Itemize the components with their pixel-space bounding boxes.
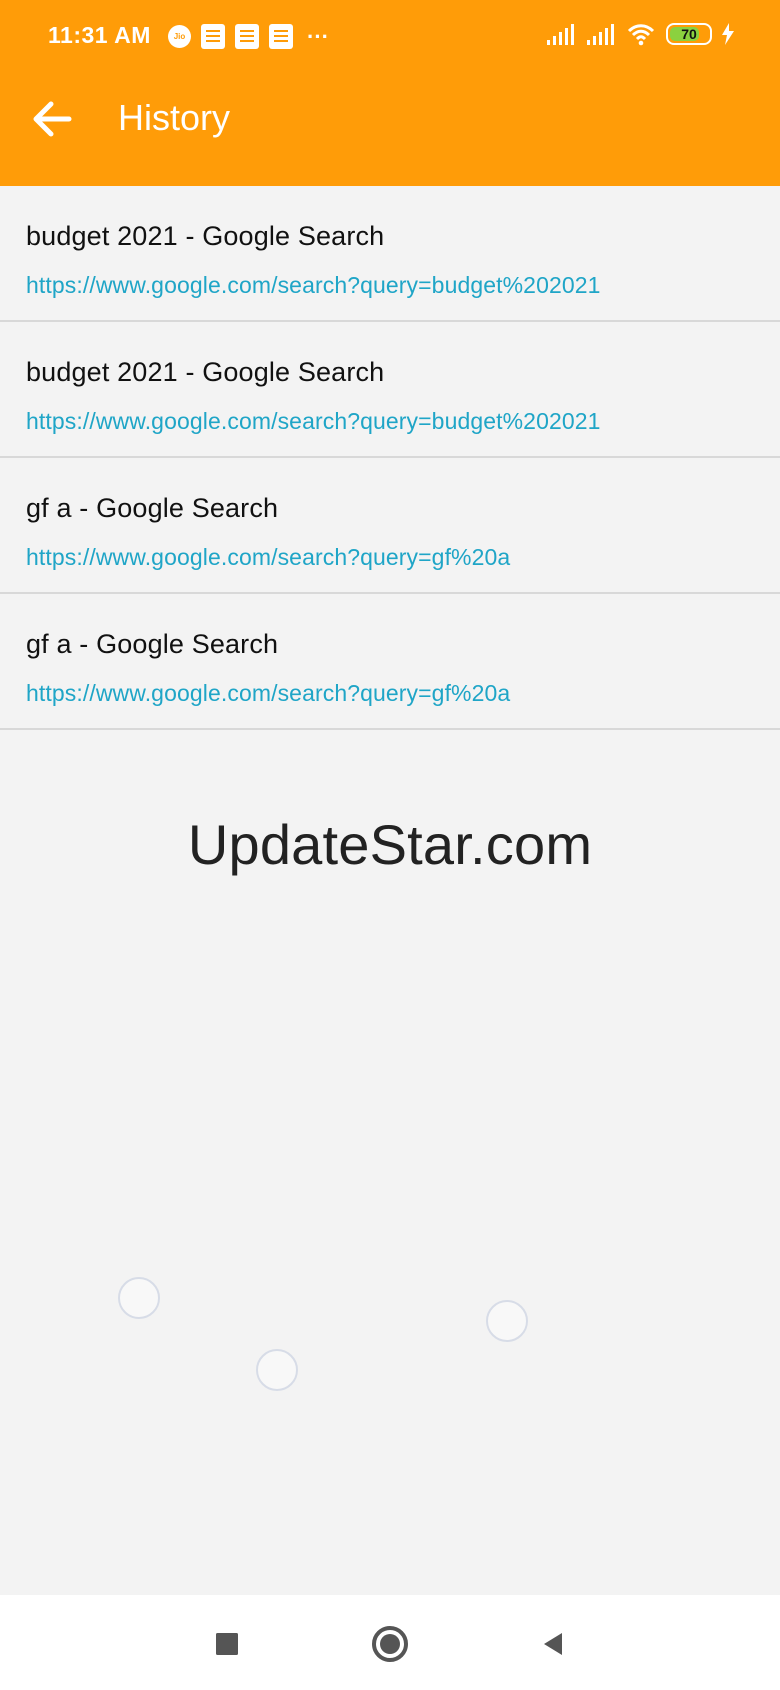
wifi-icon [627,24,655,46]
charging-icon [722,23,734,45]
watermark: UpdateStar.com [187,813,593,876]
battery-percentage: 70 [681,26,697,42]
history-item-title: budget 2021 - Google Search [26,357,385,387]
history-item-url[interactable]: https://www.google.com/search?query=gf%2… [26,544,510,570]
document-icon [235,24,259,49]
page-title: History [118,97,231,138]
history-item-url[interactable]: https://www.google.com/search?query=gf%2… [26,680,510,706]
back-arrow-icon [33,101,72,137]
square-icon [216,1633,238,1655]
history-item-url[interactable]: https://www.google.com/search?query=budg… [26,408,601,434]
history-item-title: gf a - Google Search [26,629,279,659]
system-back-button[interactable] [526,1617,580,1671]
history-item-url[interactable]: https://www.google.com/search?query=budg… [26,272,601,298]
touch-indicator [486,1300,528,1342]
back-button[interactable] [22,90,80,148]
circle-icon [372,1626,408,1662]
triangle-back-icon [544,1633,562,1655]
document-icon [269,24,293,49]
signal-icon [587,24,614,45]
history-item[interactable]: budget 2021 - Google Search https://www.… [0,186,780,322]
status-notifications: Jio ··· [168,24,329,49]
history-item[interactable]: budget 2021 - Google Search https://www.… [0,322,780,458]
navigation-bar [0,1595,780,1690]
touch-indicator [118,1277,160,1319]
status-system-icons: 70 [546,22,736,46]
history-item[interactable]: gf a - Google Search https://www.google.… [0,458,780,594]
history-item[interactable]: gf a - Google Search https://www.google.… [0,594,780,730]
history-item-title: budget 2021 - Google Search [26,221,385,251]
status-time: 11:31 AM [48,22,151,48]
app-bar: 11:31 AM Jio ··· 70 History [0,0,780,186]
document-icon [201,24,225,49]
toolbar: History [0,72,780,186]
status-bar: 11:31 AM Jio ··· 70 [0,0,780,72]
jio-icon: Jio [168,25,191,48]
history-list: budget 2021 - Google Search https://www.… [0,186,780,730]
more-notifications-icon: ··· [307,23,329,49]
battery-icon: 70 [666,23,712,45]
history-item-title: gf a - Google Search [26,493,279,523]
signal-icon [547,24,574,45]
home-button[interactable] [363,1617,417,1671]
touch-indicator [256,1349,298,1391]
recent-apps-button[interactable] [200,1617,254,1671]
